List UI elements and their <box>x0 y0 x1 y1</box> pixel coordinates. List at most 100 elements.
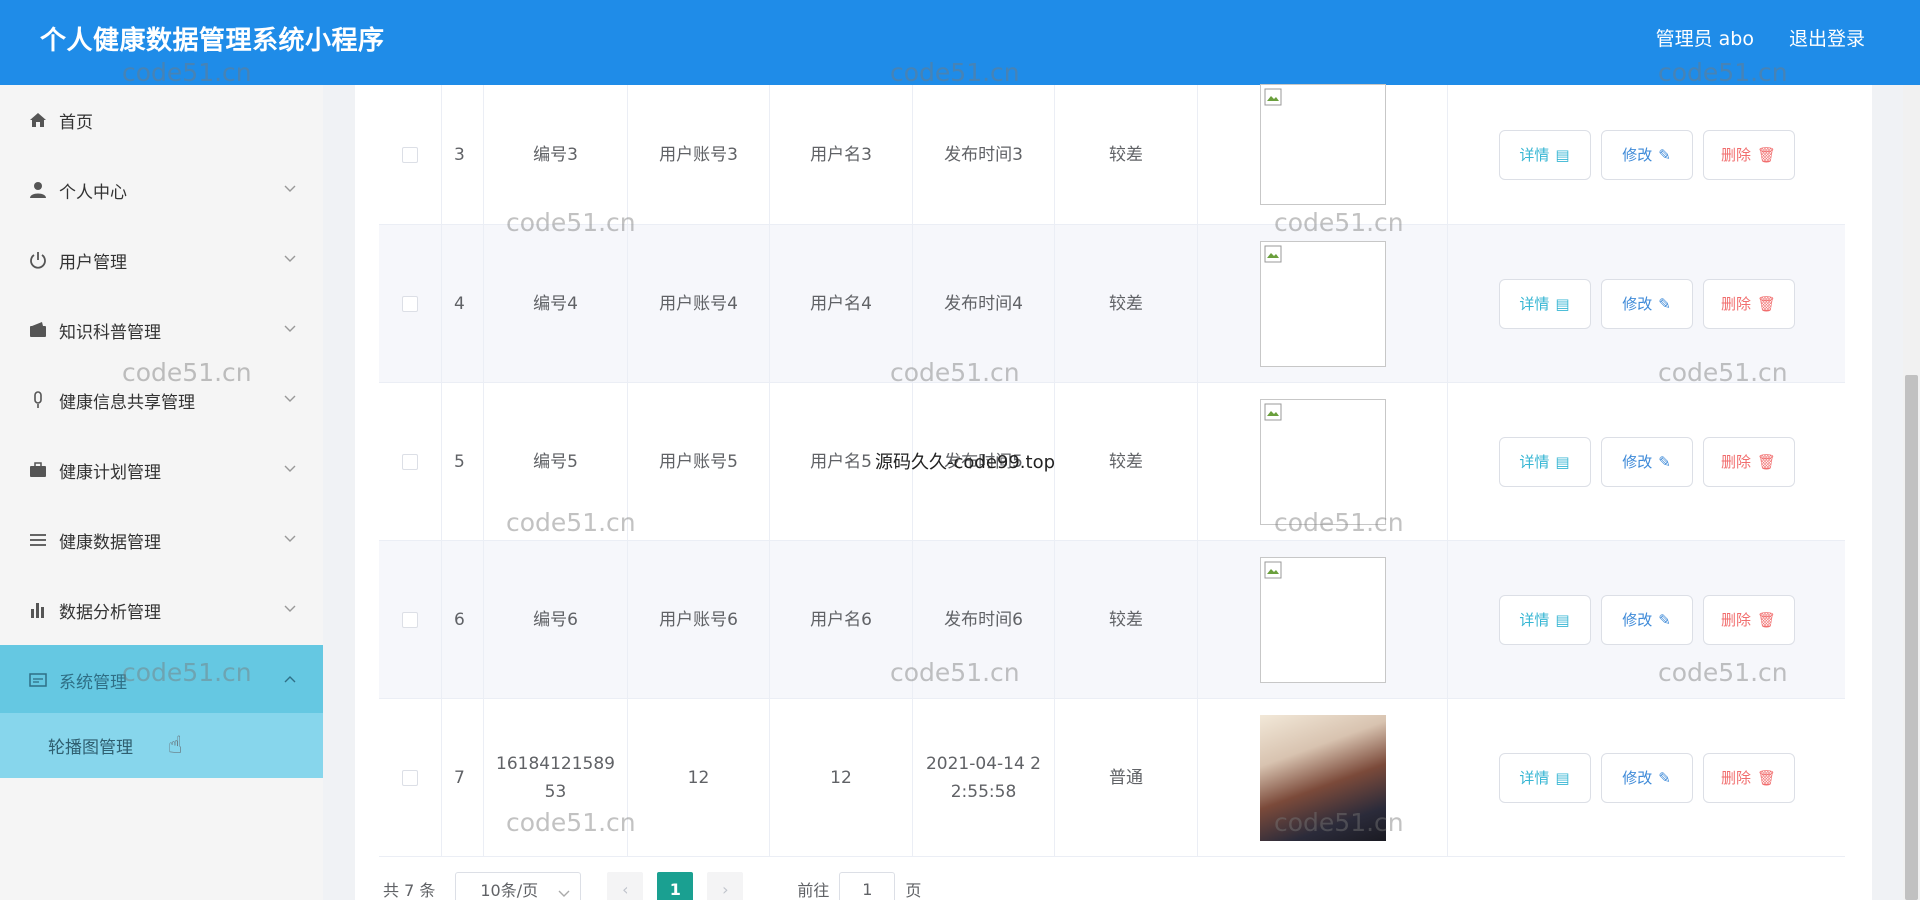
detail-button[interactable]: 详情 ▤ <box>1498 437 1591 487</box>
row-index: 7 <box>442 699 484 857</box>
sidebar-item-label: 个人中心 <box>59 182 127 203</box>
row-image <box>1259 83 1386 205</box>
row-checkbox[interactable] <box>402 147 418 163</box>
total-count: 共 7 条 <box>383 881 436 900</box>
document-icon: ▤ <box>1555 295 1570 313</box>
row-rating: 较差 <box>1055 541 1198 699</box>
row-index: 4 <box>442 225 484 383</box>
sidebar-item-user-management[interactable]: 用户管理 <box>0 225 323 295</box>
trash-icon: 🗑 <box>1756 769 1777 787</box>
trash-icon: 🗑 <box>1756 453 1777 471</box>
prev-page-button[interactable]: ‹ <box>607 872 644 900</box>
row-time: 2021-04-14 2 2:55:58 <box>913 699 1055 857</box>
sidebar-item-personal-center[interactable]: 个人中心 <box>0 155 323 225</box>
chevron-down-icon <box>284 535 296 545</box>
delete-button[interactable]: 删除 🗑 <box>1702 595 1795 645</box>
sidebar-subitem-carousel[interactable]: 轮播图管理 <box>0 713 323 778</box>
sidebar-item-label: 健康数据管理 <box>59 532 161 553</box>
next-page-button[interactable]: › <box>707 872 744 900</box>
sidebar-item-label: 数据分析管理 <box>59 602 161 623</box>
row-code: 编号4 <box>484 225 628 383</box>
broken-image-icon <box>1264 88 1281 105</box>
delete-button[interactable]: 删除 🗑 <box>1702 279 1795 329</box>
row-code: 16184121589 53 <box>484 699 628 857</box>
current-page[interactable]: 1 <box>657 872 694 900</box>
row-index: 3 <box>442 85 484 225</box>
window-icon <box>28 670 48 690</box>
hand-cursor-icon: ☝ <box>168 731 183 759</box>
chevron-down-icon <box>558 883 570 900</box>
overlay-watermark-text: 源码久久-code99.top <box>875 452 1056 473</box>
pencil-icon: ✎ <box>1658 611 1671 629</box>
current-user: 管理员 abo <box>1655 28 1754 50</box>
sidebar-item-label: 系统管理 <box>59 672 127 693</box>
delete-button[interactable]: 删除 🗑 <box>1702 753 1795 803</box>
row-username: 用户名3 <box>770 85 913 225</box>
trash-icon: 🗑 <box>1756 146 1777 164</box>
row-rating: 较差 <box>1055 383 1198 541</box>
detail-button[interactable]: 详情 ▤ <box>1498 279 1591 329</box>
row-rating: 普通 <box>1055 699 1198 857</box>
row-time: 发布时间4 <box>913 225 1055 383</box>
edit-button[interactable]: 修改 ✎ <box>1600 595 1693 645</box>
chevron-down-icon <box>284 325 296 335</box>
scrollbar-thumb[interactable] <box>1905 375 1918 900</box>
row-rating: 较差 <box>1055 225 1198 383</box>
row-image <box>1259 399 1386 525</box>
briefcase-icon <box>28 460 48 480</box>
page-size-select[interactable]: 10条/页 <box>455 872 582 900</box>
power-icon <box>28 250 48 270</box>
edit-button[interactable]: 修改 ✎ <box>1600 130 1693 180</box>
goto-label: 前往 <box>797 881 830 900</box>
trash-icon: 🗑 <box>1756 295 1777 313</box>
detail-button[interactable]: 详情 ▤ <box>1498 130 1591 180</box>
row-checkbox[interactable] <box>402 296 418 312</box>
list-icon <box>28 530 48 550</box>
row-username: 用户名4 <box>770 225 913 383</box>
row-account: 用户账号6 <box>628 541 770 699</box>
row-username: 用户名6 <box>770 541 913 699</box>
sidebar-item-health-share[interactable]: 健康信息共享管理 <box>0 365 323 435</box>
table-row: 6 编号6 用户账号6 用户名6 发布时间6 较差 详情 ▤ 修改 ✎ 删除 🗑 <box>379 541 1845 699</box>
broken-image-icon <box>1264 245 1281 263</box>
detail-button[interactable]: 详情 ▤ <box>1498 753 1591 803</box>
table-row: 3 编号3 用户账号3 用户名3 发布时间3 较差 详情 ▤ 修改 ✎ 删除 🗑 <box>379 83 1845 225</box>
row-rating: 较差 <box>1055 85 1198 225</box>
sidebar-item-data-analysis[interactable]: 数据分析管理 <box>0 575 323 645</box>
sidebar-item-label: 健康计划管理 <box>59 462 161 483</box>
chevron-down-icon <box>284 255 296 265</box>
sidebar-item-home[interactable]: 首页 <box>0 85 323 155</box>
row-checkbox[interactable] <box>402 454 418 470</box>
row-code: 编号5 <box>484 383 628 541</box>
detail-button[interactable]: 详情 ▤ <box>1498 595 1591 645</box>
home-icon <box>28 110 48 130</box>
top-header: 个人健康数据管理系统小程序 管理员 abo 退出登录 <box>0 0 1920 85</box>
edit-button[interactable]: 修改 ✎ <box>1600 279 1693 329</box>
table-row: 7 16184121589 53 12 12 2021-04-14 2 2:55… <box>379 699 1845 857</box>
chevron-up-icon <box>284 675 296 685</box>
chevron-down-icon <box>284 465 296 475</box>
pencil-icon: ✎ <box>1658 146 1671 164</box>
row-image <box>1259 557 1386 683</box>
broken-image-icon <box>1264 403 1281 421</box>
wallet-icon <box>28 320 48 340</box>
sidebar-item-label: 知识科普管理 <box>59 322 161 343</box>
row-checkbox[interactable] <box>402 770 418 786</box>
row-account: 12 <box>628 699 770 857</box>
delete-button[interactable]: 删除 🗑 <box>1702 437 1795 487</box>
edit-button[interactable]: 修改 ✎ <box>1600 437 1693 487</box>
chevron-down-icon <box>284 395 296 405</box>
row-account: 用户账号4 <box>628 225 770 383</box>
sidebar-item-health-data[interactable]: 健康数据管理 <box>0 505 323 575</box>
row-checkbox[interactable] <box>402 612 418 628</box>
delete-button[interactable]: 删除 🗑 <box>1702 130 1795 180</box>
sidebar-item-knowledge[interactable]: 知识科普管理 <box>0 295 323 365</box>
sidebar-item-health-plan[interactable]: 健康计划管理 <box>0 435 323 505</box>
sidebar-subitem-label: 轮播图管理 <box>48 738 133 758</box>
edit-button[interactable]: 修改 ✎ <box>1600 753 1693 803</box>
sidebar-item-system[interactable]: 系统管理 <box>0 645 323 715</box>
document-icon: ▤ <box>1555 611 1570 629</box>
logout-button[interactable]: 退出登录 <box>1789 24 1865 51</box>
row-image <box>1259 241 1386 367</box>
goto-page-input[interactable]: 1 <box>839 872 896 900</box>
